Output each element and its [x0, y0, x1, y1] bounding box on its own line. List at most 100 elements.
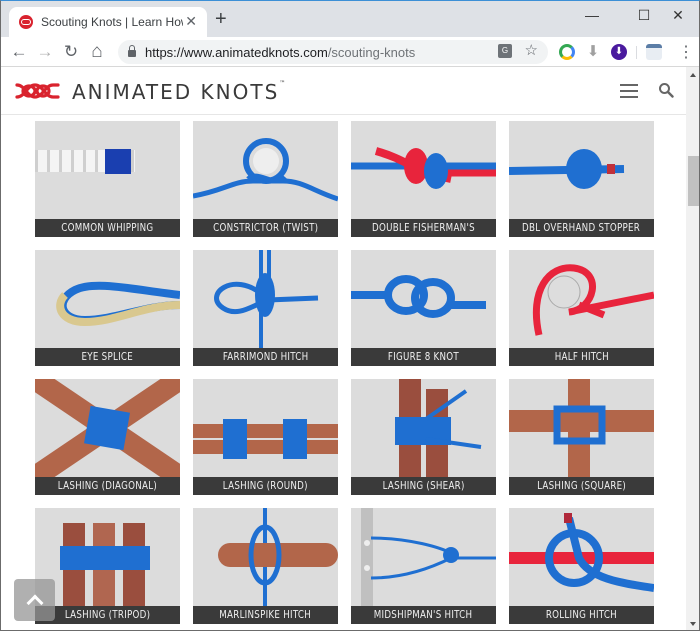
scroll-up-arrow-icon[interactable]: [690, 73, 696, 77]
download-arrow-icon[interactable]: ⬇: [585, 44, 601, 60]
knot-label: LASHING (TRIPOD): [35, 606, 180, 624]
knot-tile[interactable]: COMMON WHIPPING: [35, 121, 180, 237]
knot-label: MIDSHIPMAN'S HITCH: [351, 606, 496, 624]
knot-tile[interactable]: CONSTRICTOR (TWIST): [193, 121, 338, 237]
knot-tile[interactable]: LASHING (ROUND): [193, 379, 338, 495]
knot-label-text: FIGURE 8 KNOT: [387, 350, 460, 363]
tab-close-icon[interactable]: ✕: [185, 13, 197, 30]
scroll-to-top-button[interactable]: [14, 579, 55, 621]
knot-image-round: [193, 419, 338, 459]
knot-label: ROLLING HITCH: [509, 606, 654, 624]
trademark-symbol: ™: [279, 80, 286, 87]
extension-circle-icon[interactable]: [559, 44, 575, 60]
knot-image-square: [509, 379, 654, 477]
knot-tile[interactable]: LASHING (SQUARE): [509, 379, 654, 495]
hamburger-menu-icon[interactable]: [620, 84, 638, 98]
scroll-down-arrow-icon[interactable]: [690, 622, 696, 626]
knot-label: HALF HITCH: [509, 348, 654, 366]
logo-wordmark: ANIMATED KNOTS: [72, 80, 280, 104]
knot-label-text: DBL OVERHAND STOPPER: [522, 221, 641, 234]
knot-image-eyesplice: [56, 281, 180, 327]
knot-label: COMMON WHIPPING: [35, 219, 180, 237]
knot-image-whipping: [35, 149, 135, 174]
knot-image-figure8: [351, 275, 486, 318]
knot-label-text: FARRIMOND HITCH: [222, 350, 309, 363]
forward-button[interactable]: →: [34, 41, 56, 63]
reload-button[interactable]: ↻: [60, 41, 82, 63]
url-host: https://www.animatedknots.com: [145, 44, 328, 60]
knot-image-constrictor: [193, 138, 338, 202]
knot-label-text: COMMON WHIPPING: [61, 221, 154, 234]
knot-label-text: ROLLING HITCH: [545, 608, 618, 621]
tab-strip: Scouting Knots | Learn How to ✕ + — ☐ ✕: [1, 1, 699, 37]
minimize-button[interactable]: —: [569, 3, 615, 27]
calendar-extension-icon[interactable]: [646, 44, 662, 60]
knot-tile[interactable]: LASHING (SHEAR): [351, 379, 496, 495]
knot-label: FARRIMOND HITCH: [193, 348, 338, 366]
browser-menu-icon[interactable]: ⋮: [678, 42, 694, 62]
close-window-button[interactable]: ✕: [655, 3, 699, 27]
knot-label: LASHING (SQUARE): [509, 477, 654, 495]
knot-tile[interactable]: DBL OVERHAND STOPPER: [509, 121, 654, 237]
knot-label-text: LASHING (TRIPOD): [64, 608, 151, 621]
purple-download-extension-icon[interactable]: ⬇: [611, 44, 627, 60]
knot-label: MARLINSPIKE HITCH: [193, 606, 338, 624]
knot-image-fisherman: [351, 147, 496, 189]
browser-toolbar: ← → ↻ ⌂ https://www.animatedknots.com/sc…: [1, 37, 699, 67]
knot-image-farrimond: [214, 250, 319, 348]
knot-image-shear: [395, 379, 482, 477]
page-viewport: ANIMATED KNOTS™ COMMON WHIPPING CONSTRICT…: [1, 67, 686, 630]
knot-image-halfhitch: [532, 264, 654, 336]
knot-label: FIGURE 8 KNOT: [351, 348, 496, 366]
scrollbar-thumb[interactable]: [688, 156, 699, 206]
knot-label-text: EYE SPLICE: [81, 350, 134, 363]
knot-label: EYE SPLICE: [35, 348, 180, 366]
bookmark-star-icon[interactable]: ☆: [525, 41, 538, 59]
address-bar[interactable]: https://www.animatedknots.com/scouting-k…: [118, 40, 548, 64]
knot-tile[interactable]: LASHING (TRIPOD): [35, 508, 180, 624]
knot-image-diagonal: [35, 379, 180, 477]
new-tab-button[interactable]: +: [215, 9, 227, 29]
url-path: /scouting-knots: [327, 44, 416, 60]
back-button[interactable]: ←: [8, 41, 30, 63]
knot-image-stopper: [509, 149, 625, 189]
knot-tile[interactable]: FARRIMOND HITCH: [193, 250, 338, 366]
knot-tile[interactable]: MIDSHIPMAN'S HITCH: [351, 508, 496, 624]
knot-label: DBL OVERHAND STOPPER: [509, 219, 654, 237]
knot-label-text: HALF HITCH: [554, 350, 609, 363]
site-favicon-icon: [19, 15, 33, 29]
page-scrollbar[interactable]: [686, 67, 699, 630]
search-icon[interactable]: [658, 82, 674, 98]
knot-tile[interactable]: HALF HITCH: [509, 250, 654, 366]
knot-label-text: DOUBLE FISHERMAN'S: [372, 221, 475, 234]
browser-tab-active[interactable]: Scouting Knots | Learn How to ✕: [9, 7, 207, 37]
knot-label-text: LASHING (DIAGONAL): [57, 479, 158, 492]
knot-tile[interactable]: FIGURE 8 KNOT: [351, 250, 496, 366]
knot-image-midshipman: [361, 508, 496, 606]
knot-tile[interactable]: ROLLING HITCH: [509, 508, 654, 624]
knot-label: DOUBLE FISHERMAN'S: [351, 219, 496, 237]
knot-label: LASHING (DIAGONAL): [35, 477, 180, 495]
lock-icon: [128, 45, 136, 57]
knot-label-text: LASHING (SQUARE): [537, 479, 626, 492]
translate-icon[interactable]: G: [498, 44, 512, 58]
knot-tile[interactable]: MARLINSPIKE HITCH: [193, 508, 338, 624]
browser-window: Scouting Knots | Learn How to ✕ + — ☐ ✕ …: [0, 0, 700, 631]
tab-title: Scouting Knots | Learn How to: [41, 15, 183, 29]
knot-image-tripod: [60, 523, 150, 606]
knot-label-text: LASHING (SHEAR): [382, 479, 465, 492]
toolbar-separator: [636, 46, 637, 59]
knot-label: CONSTRICTOR (TWIST): [193, 219, 338, 237]
knot-label: LASHING (SHEAR): [351, 477, 496, 495]
knot-tile[interactable]: DOUBLE FISHERMAN'S: [351, 121, 496, 237]
knot-tile[interactable]: EYE SPLICE: [35, 250, 180, 366]
knot-label-text: MARLINSPIKE HITCH: [219, 608, 312, 621]
knot-label: LASHING (ROUND): [193, 477, 338, 495]
url-text[interactable]: https://www.animatedknots.com/scouting-k…: [145, 45, 415, 60]
site-logo-text[interactable]: ANIMATED KNOTS™: [72, 80, 285, 104]
knot-image-marlinspike: [218, 508, 338, 606]
knot-logo-icon[interactable]: [15, 81, 60, 101]
knot-tile[interactable]: LASHING (DIAGONAL): [35, 379, 180, 495]
knot-label-text: CONSTRICTOR (TWIST): [212, 221, 319, 234]
home-button[interactable]: ⌂: [86, 41, 108, 63]
